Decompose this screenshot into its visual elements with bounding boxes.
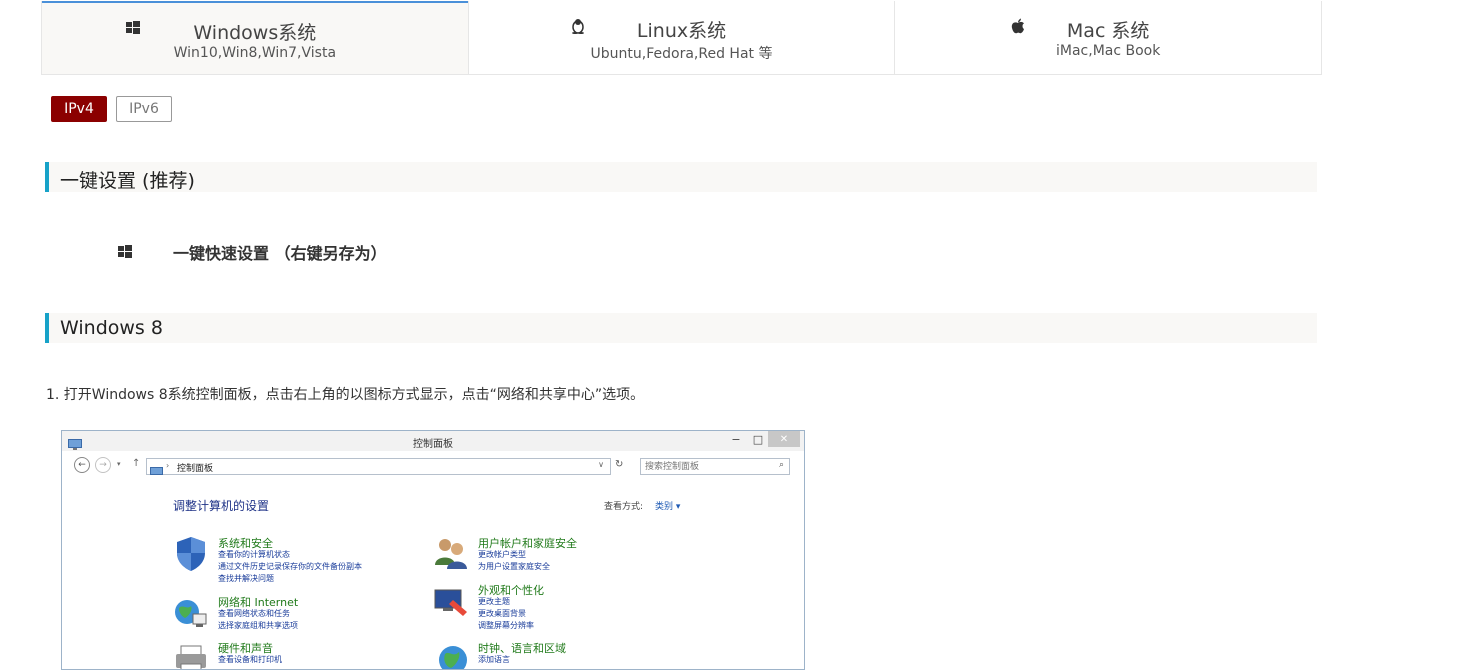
cp-category-link[interactable]: 更改主题 <box>478 596 510 607</box>
section-header-quick-setup: 一键设置 (推荐) <box>45 162 1317 192</box>
cp-category-link[interactable]: 选择家庭组和共享选项 <box>218 620 298 631</box>
cp-address-bar[interactable]: › 控制面板 ∨ <box>146 458 611 475</box>
up-arrow-icon[interactable]: ↑ <box>132 458 140 469</box>
forward-arrow-icon[interactable]: → <box>95 457 111 473</box>
tab-title: Linux系统 <box>636 20 727 42</box>
clock-globe-icon <box>433 640 471 669</box>
network-globe-icon <box>173 594 211 632</box>
ipv4-button[interactable]: IPv4 <box>51 96 107 122</box>
breadcrumb-arrow-icon: › <box>166 461 170 470</box>
tab-title: Mac 系统 <box>1066 20 1150 42</box>
section-header-windows8: Windows 8 <box>45 313 1317 343</box>
cp-category-link[interactable]: 查找并解决问题 <box>218 573 274 584</box>
control-panel-screenshot: 控制面板 − □ ✕ ← → ▾ ↑ › 控制面板 ∨ ↻ ⌕ 调整计算机的设置… <box>61 430 805 670</box>
chevron-down-icon[interactable]: ∨ <box>598 460 604 469</box>
cp-view-select[interactable]: 类别 ▾ <box>655 499 680 512</box>
tab-subtitle: Ubuntu,Fedora,Red Hat 等 <box>590 46 773 62</box>
cp-search-input[interactable] <box>645 460 765 473</box>
cp-category-link[interactable]: 调整屏幕分辨率 <box>478 620 534 631</box>
close-icon[interactable]: ✕ <box>768 431 800 447</box>
tab-mac[interactable]: Mac 系统 iMac,Mac Book <box>894 1 1322 74</box>
recent-dropdown-icon[interactable]: ▾ <box>117 460 121 468</box>
control-panel-icon <box>150 462 163 481</box>
cp-view-label: 查看方式: <box>604 502 644 512</box>
cp-category-link[interactable]: 更改帐户类型 <box>478 549 526 560</box>
tab-subtitle: Win10,Win8,Win7,Vista <box>173 45 337 61</box>
os-tabs: Windows系统 Win10,Win8,Win7,Vista Linux系统 … <box>41 1 1322 75</box>
shield-icon <box>173 535 211 573</box>
cp-category-link[interactable]: 更改桌面背景 <box>478 608 526 619</box>
cp-category-link[interactable]: 查看你的计算机状态 <box>218 549 290 560</box>
cp-heading: 调整计算机的设置 <box>173 499 270 513</box>
section-title: 一键设置 (推荐) <box>60 170 195 192</box>
printer-icon <box>173 640 211 669</box>
cp-window-title: 控制面板 <box>413 439 453 450</box>
tab-linux[interactable]: Linux系统 Ubuntu,Fedora,Red Hat 等 <box>467 1 895 74</box>
cp-search-box[interactable]: ⌕ <box>640 458 790 475</box>
display-paint-icon <box>433 582 471 620</box>
minimize-icon[interactable]: − <box>728 431 744 447</box>
search-icon[interactable]: ⌕ <box>779 460 784 470</box>
refresh-icon[interactable]: ↻ <box>615 459 623 470</box>
tab-subtitle: iMac,Mac Book <box>1056 43 1161 59</box>
cp-address-text: 控制面板 <box>177 464 214 474</box>
windows-icon <box>118 244 132 263</box>
quick-setup-label[interactable]: 一键快速设置 （右键另存为） <box>173 240 387 264</box>
ipv6-button[interactable]: IPv6 <box>116 96 172 122</box>
cp-category-link[interactable]: 通过文件历史记录保存你的文件备份副本 <box>218 561 362 572</box>
cp-category-link[interactable]: 添加语言 <box>478 654 510 665</box>
back-arrow-icon[interactable]: ← <box>74 457 90 473</box>
section-title: Windows 8 <box>60 317 163 339</box>
step-text: 1. 打开Windows 8系统控制面板，点击右上角的以图标方式显示，点击“网络… <box>46 387 645 403</box>
cp-category-link[interactable]: 为用户设置家庭安全 <box>478 561 550 572</box>
tab-windows[interactable]: Windows系统 Win10,Win8,Win7,Vista <box>42 1 468 74</box>
users-icon <box>433 535 471 573</box>
tab-title: Windows系统 <box>193 22 317 44</box>
cp-title-bar: 控制面板 <box>62 431 804 451</box>
cp-category-link[interactable]: 查看网络状态和任务 <box>218 608 290 619</box>
cp-category-link[interactable]: 查看设备和打印机 <box>218 654 282 665</box>
maximize-icon[interactable]: □ <box>750 431 766 447</box>
